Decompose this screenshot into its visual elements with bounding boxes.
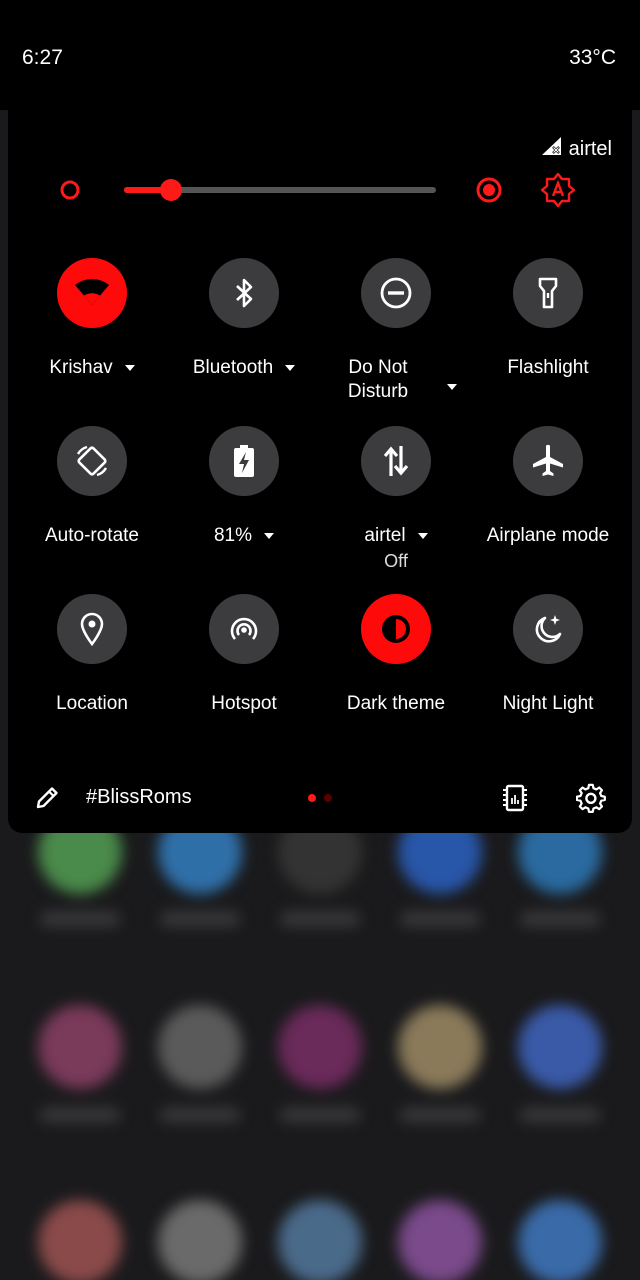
auto-brightness-icon[interactable] [540,172,576,213]
status-bar: 6:27 33°C [0,0,640,110]
memory-icon[interactable] [500,783,530,818]
brightness-control [8,172,632,208]
tile-label: Bluetooth [192,357,274,378]
airplane-icon [533,444,563,476]
tile-airplane-mode[interactable]: Airplane mode [472,426,624,548]
tile-label: airtel [364,525,406,546]
tile-dark-theme[interactable]: Dark theme [320,594,472,716]
brightness-high-icon [476,177,502,208]
page-dot-active [308,794,316,802]
status-time: 6:27 [22,46,63,69]
hotspot-toggle[interactable] [209,594,279,664]
tile-label: Dark theme [346,693,446,714]
tile-label: Auto-rotate [45,525,139,546]
dark-theme-toggle[interactable] [361,594,431,664]
wifi-toggle[interactable] [57,258,127,328]
quick-settings-panel: airtel Krishav Bluetooth Do Not Disturb … [8,100,632,833]
edit-icon[interactable] [34,785,60,816]
airplane-mode-toggle[interactable] [513,426,583,496]
tile-hotspot[interactable]: Hotspot [168,594,320,716]
tile-label: Flashlight [507,357,589,378]
tile-mobile-data[interactable]: airtel Off [320,426,472,572]
page-dot [324,794,332,802]
wifi-icon [75,279,109,305]
battery-saver-toggle[interactable] [209,426,279,496]
flashlight-toggle[interactable] [513,258,583,328]
dnd-icon [380,277,412,309]
blurred-home-screen [0,800,640,1280]
mobile-data-icon [383,446,409,476]
no-signal-icon [541,136,563,162]
tile-label: Do Not Disturb [347,357,409,402]
tile-flashlight[interactable]: Flashlight [472,258,624,380]
night-light-toggle[interactable] [513,594,583,664]
page-indicator [308,794,332,802]
chevron-down-icon[interactable] [264,533,275,539]
bluetooth-toggle[interactable] [209,258,279,328]
tile-label: Hotspot [211,693,277,714]
status-temperature: 33°C [569,46,616,69]
tile-label: 81% [213,525,253,546]
flashlight-icon [538,277,558,309]
battery-saver-icon [234,445,254,477]
gear-icon[interactable] [575,783,606,818]
chevron-down-icon[interactable] [417,533,428,539]
chevron-down-icon[interactable] [285,365,296,371]
chevron-down-icon[interactable] [447,384,457,390]
mobile-data-toggle[interactable] [361,426,431,496]
night-light-icon [535,615,562,643]
chevron-down-icon[interactable] [124,365,135,371]
carrier-indicator: airtel [541,136,612,162]
hotspot-icon [230,617,258,640]
tile-label: Night Light [502,693,594,714]
dnd-toggle[interactable] [361,258,431,328]
tile-label: Krishav [49,357,113,378]
build-info-text: #BlissRoms [86,786,192,808]
bluetooth-icon [236,278,253,308]
tile-label: Location [56,693,128,714]
auto-rotate-toggle[interactable] [57,426,127,496]
tile-label: Airplane mode [486,525,610,546]
tile-location[interactable]: Location [16,594,168,716]
location-icon [80,612,104,646]
tile-auto-rotate[interactable]: Auto-rotate [16,426,168,548]
tile-wifi[interactable]: Krishav [16,258,168,380]
quick-settings-footer: #BlissRoms [8,775,632,821]
brightness-slider-thumb[interactable] [159,179,182,201]
tile-do-not-disturb[interactable]: Do Not Disturb [320,258,472,404]
carrier-name: airtel [568,137,612,160]
rotate-icon [76,445,108,477]
location-toggle[interactable] [57,594,127,664]
dark-theme-icon [382,615,410,643]
tile-bluetooth[interactable]: Bluetooth [168,258,320,380]
tile-night-light[interactable]: Night Light [472,594,624,716]
tile-sublabel: Off [384,551,408,571]
tile-battery-saver[interactable]: 81% [168,426,320,548]
brightness-low-icon [60,180,80,205]
